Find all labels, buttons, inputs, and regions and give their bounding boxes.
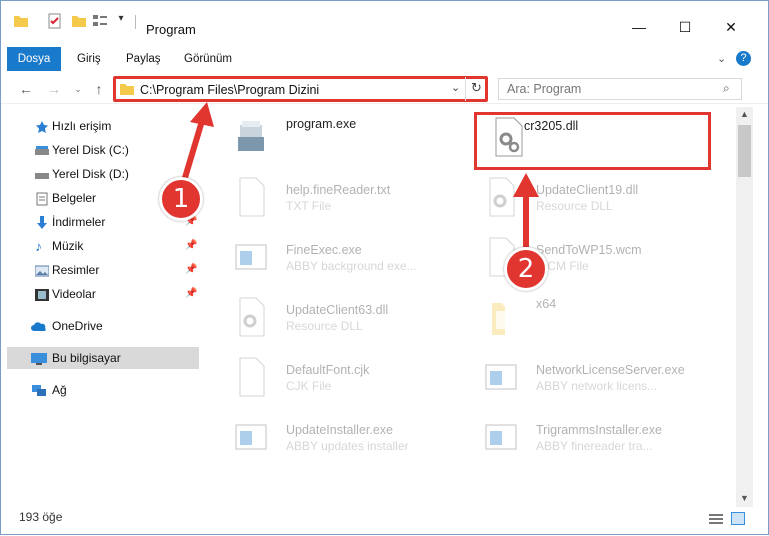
file-explorer-window: ▾ Program — ☐ ✕ Dosya Giriş Paylaş Görün… bbox=[0, 0, 769, 535]
annotation-badge-2: 2 bbox=[504, 247, 548, 291]
annotation-badge-1: 1 bbox=[159, 177, 203, 221]
annotation-arrows bbox=[181, 102, 539, 247]
